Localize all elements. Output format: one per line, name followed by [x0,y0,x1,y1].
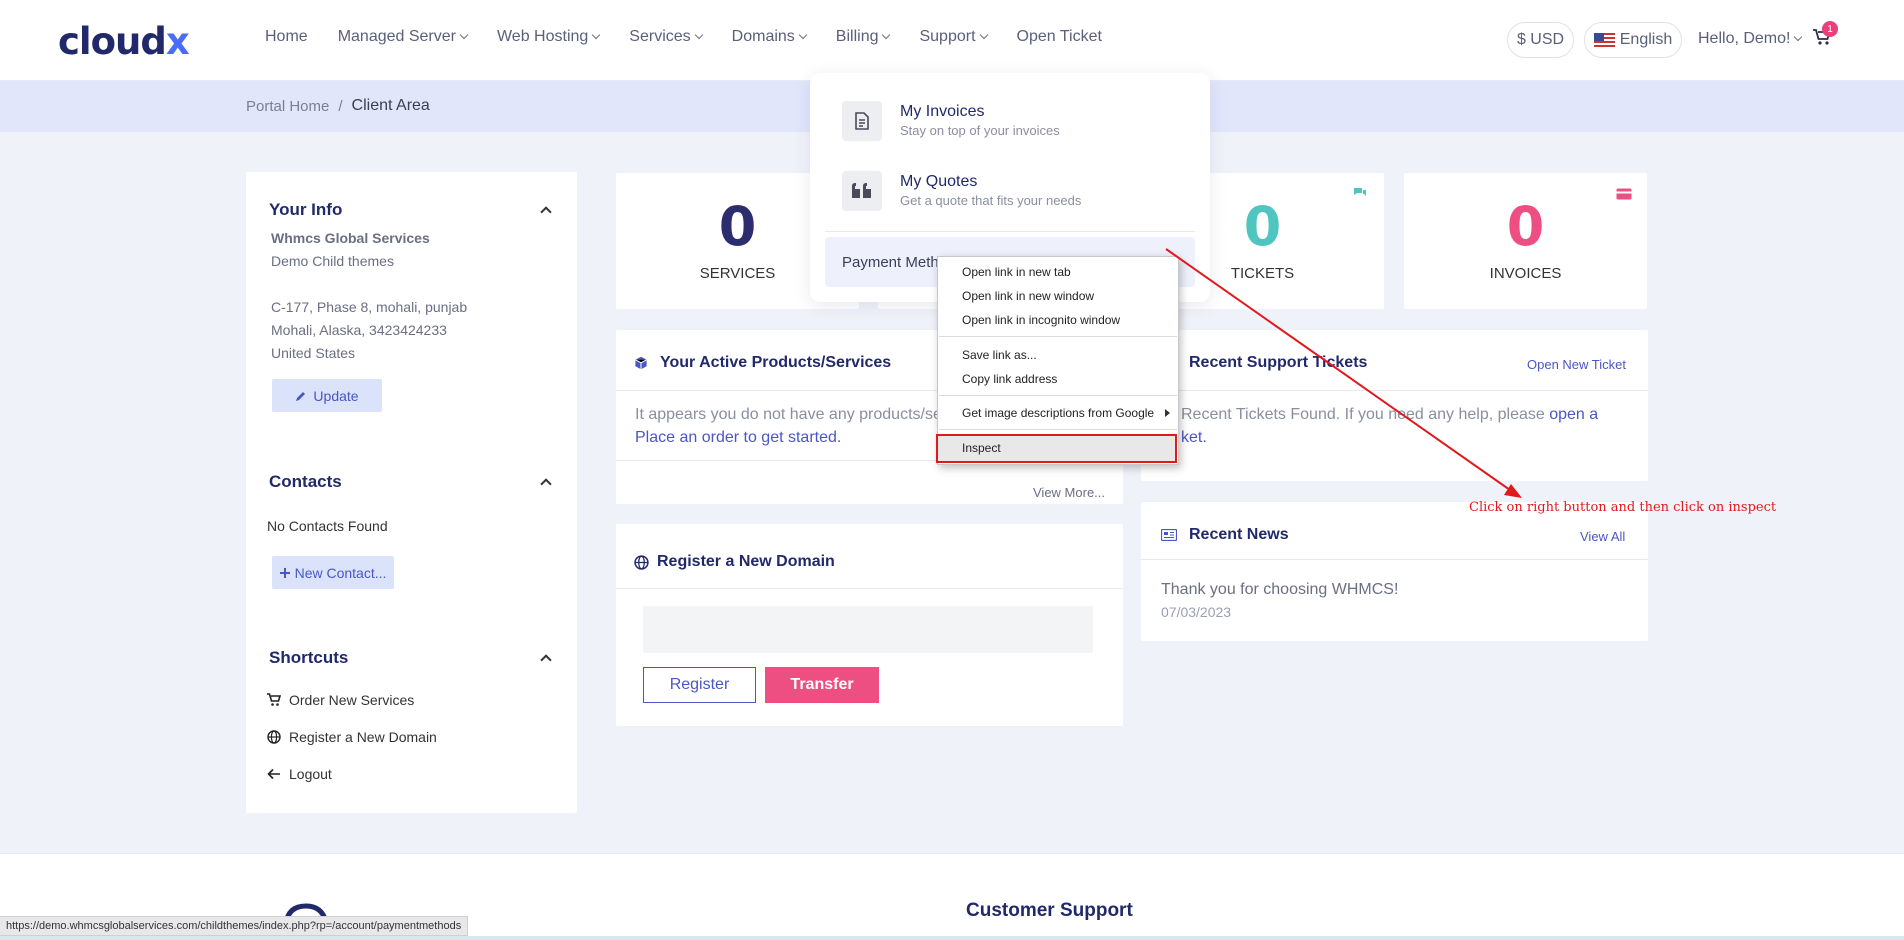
browser-status-url: https://demo.whmcsglobalservices.com/chi… [0,916,469,936]
customer-support-heading: Customer Support [966,900,1133,921]
annotation-text: Click on right button and then click on … [1469,500,1777,515]
annotation-arrow [1165,248,1522,498]
bottom-strip [0,936,1904,940]
